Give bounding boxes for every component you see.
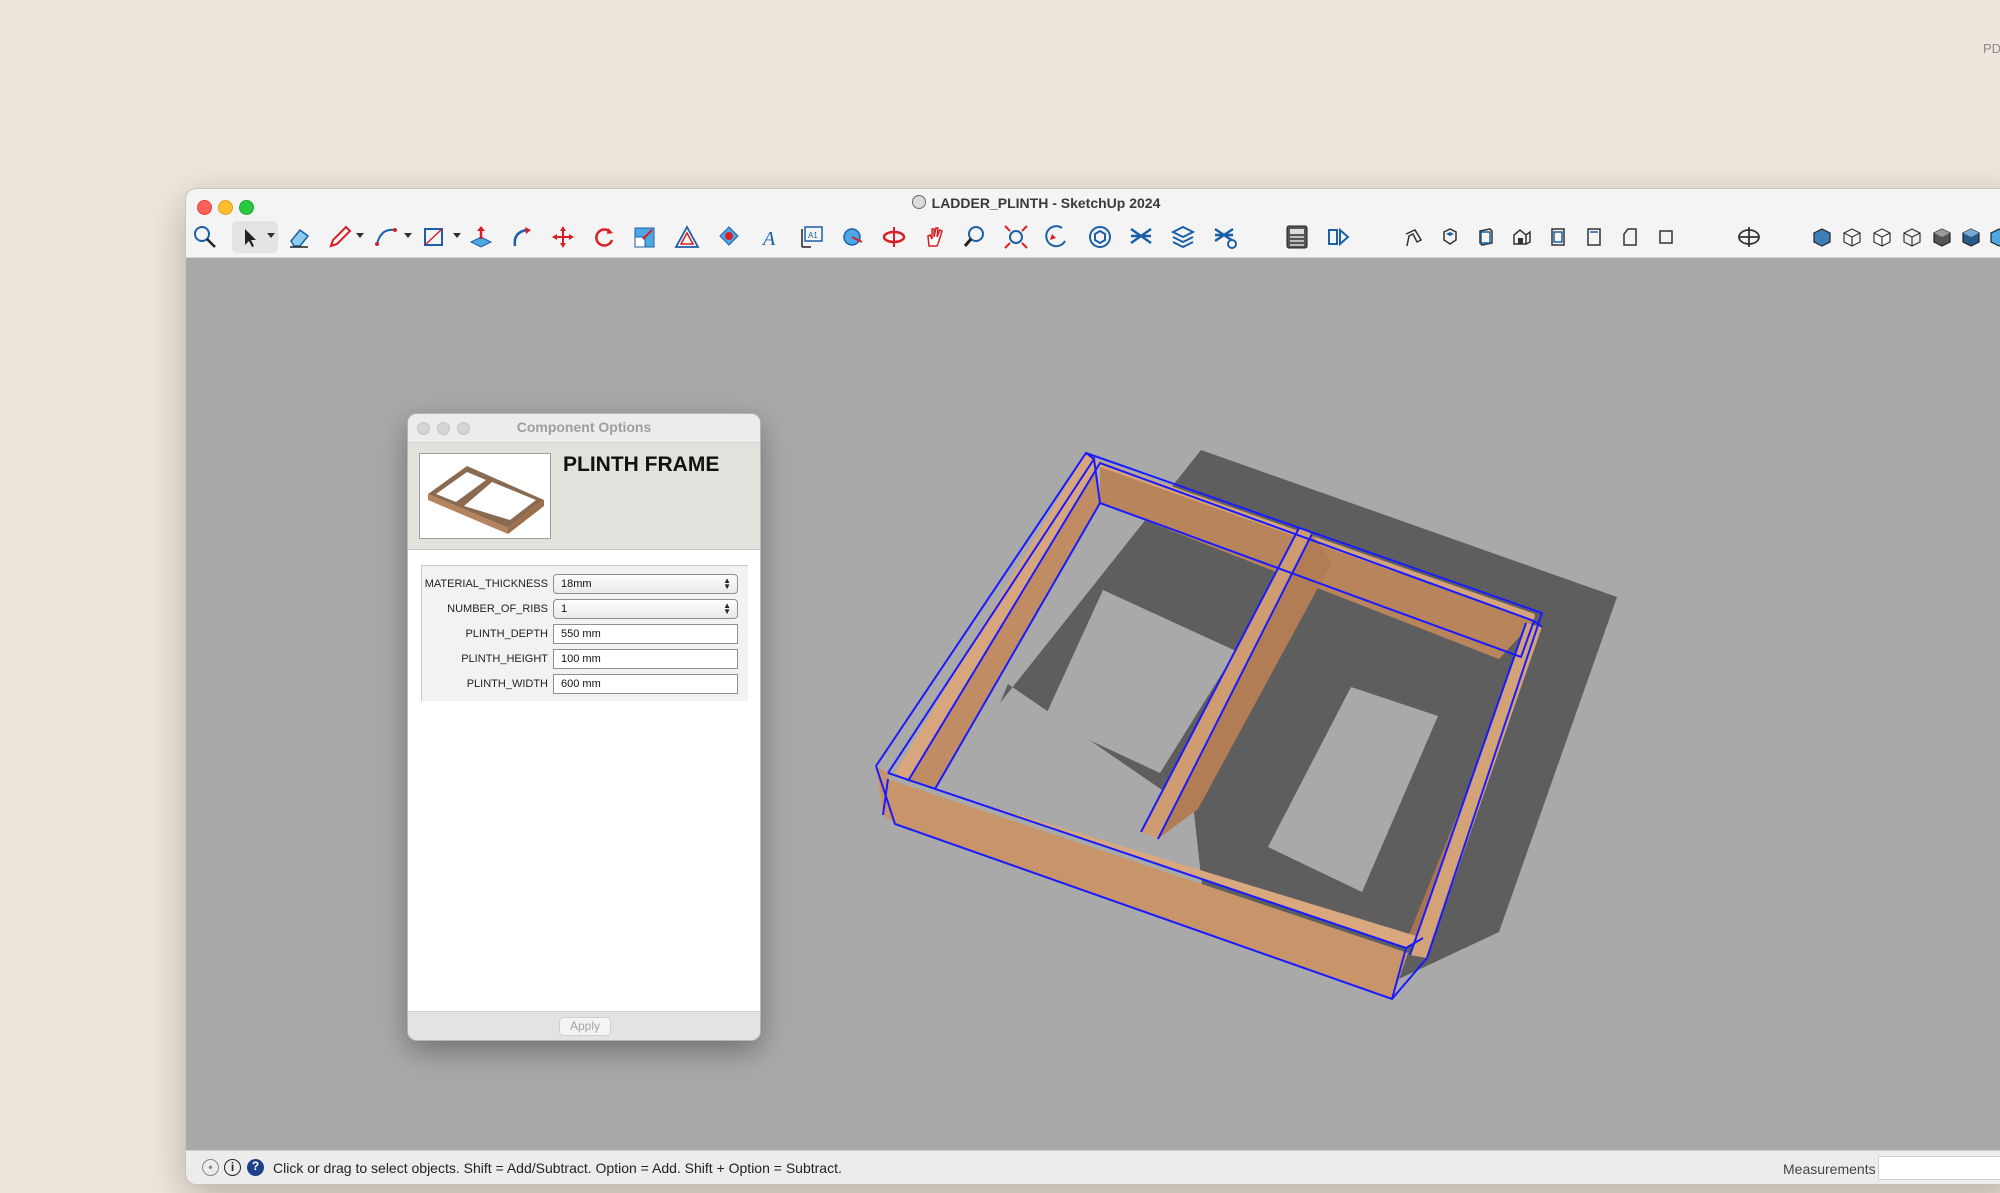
window-title: LADDER_PLINTH - SketchUp 2024 — [186, 195, 1886, 211]
zoom-extents-icon[interactable] — [1000, 221, 1032, 253]
param-row-plinth-height: PLINTH_HEIGHT 100 mm — [422, 647, 748, 672]
shaded-textures-style-icon[interactable] — [1926, 221, 1958, 253]
param-label: PLINTH_HEIGHT — [461, 653, 548, 665]
param-row-material-thickness: MATERIAL_THICKNESS 18mm ▲ ▼ — [422, 572, 748, 597]
pan-icon[interactable] — [918, 221, 950, 253]
move-icon[interactable] — [547, 221, 579, 253]
param-label: PLINTH_DEPTH — [465, 628, 548, 640]
status-bar: • i ? Click or drag to select objects. S… — [186, 1150, 2000, 1184]
measurements-label: Measurements — [1783, 1161, 1876, 1177]
apply-button[interactable]: Apply — [559, 1017, 611, 1036]
number-of-ribs-select[interactable]: 1 ▲ ▼ — [553, 599, 738, 619]
param-label: MATERIAL_THICKNESS — [424, 578, 548, 590]
line-dropdown-caret[interactable] — [356, 233, 364, 238]
previous-view-icon[interactable] — [1041, 221, 1073, 253]
offset-icon[interactable] — [671, 221, 703, 253]
param-label: PLINTH_WIDTH — [466, 678, 548, 690]
window-title-text: LADDER_PLINTH - SketchUp 2024 — [931, 195, 1161, 211]
geo-location-icon[interactable]: • — [202, 1159, 219, 1176]
component-header: PLINTH FRAME — [408, 443, 760, 550]
svg-text:A1: A1 — [808, 231, 818, 240]
xray-style-icon[interactable] — [1806, 221, 1838, 253]
document-icon — [911, 195, 926, 209]
help-icon[interactable]: ? — [247, 1159, 264, 1176]
calculator-icon[interactable] — [1281, 221, 1313, 253]
hidden-line-style-icon[interactable] — [1866, 221, 1898, 253]
parameter-table: MATERIAL_THICKNESS 18mm ▲ ▼ NUMBER_OF_RIBS… — [421, 565, 748, 701]
svg-text:A: A — [761, 228, 776, 250]
components-icon[interactable] — [1084, 221, 1116, 253]
scale-icon[interactable] — [629, 221, 661, 253]
param-row-plinth-width: PLINTH_WIDTH 600 mm — [422, 672, 748, 697]
back-view-icon[interactable] — [1542, 221, 1574, 253]
perspective-icon[interactable] — [1650, 221, 1682, 253]
eraser-icon[interactable] — [283, 221, 315, 253]
right-view-icon[interactable] — [1506, 221, 1538, 253]
wireframe-style-icon[interactable] — [1836, 221, 1868, 253]
component-options-dialog: Component Options PLINTH FRAME MATERIAL_… — [408, 414, 760, 1040]
desktop-corner-text: PD — [1983, 41, 2000, 56]
window-titlebar: LADDER_PLINTH - SketchUp 2024 A A1 — [186, 189, 2000, 258]
axes-view-icon[interactable] — [1733, 221, 1765, 253]
pencil-line-icon[interactable] — [324, 221, 356, 253]
dialog-footer: Apply — [408, 1011, 760, 1040]
select-arrows-icon: ▲ ▼ — [723, 576, 731, 591]
paint-bucket-icon[interactable] — [713, 221, 745, 253]
extension-warehouse-icon[interactable] — [1125, 221, 1157, 253]
component-thumbnail — [419, 453, 551, 539]
plinth-height-input[interactable]: 100 mm — [553, 649, 738, 669]
rotate-icon[interactable] — [588, 221, 620, 253]
dialog-title: Component Options — [516, 419, 652, 435]
orbit-icon[interactable] — [878, 221, 910, 253]
param-row-plinth-depth: PLINTH_DEPTH 550 mm — [422, 622, 748, 647]
select-arrows-icon: ▲ ▼ — [723, 601, 731, 616]
top-view-icon[interactable] — [1434, 221, 1466, 253]
front-view-icon[interactable] — [1470, 221, 1502, 253]
text-icon[interactable]: A — [754, 221, 786, 253]
iso-view-icon[interactable] — [1398, 221, 1430, 253]
plinth-depth-input[interactable]: 550 mm — [553, 624, 738, 644]
search-icon[interactable] — [189, 221, 221, 253]
arc-icon[interactable] — [370, 221, 402, 253]
sketchup-window: LADDER_PLINTH - SketchUp 2024 A A1 Compo… — [186, 189, 2000, 1184]
credits-icon[interactable]: i — [224, 1159, 241, 1176]
left-view-icon[interactable] — [1578, 221, 1610, 253]
tape-measure-icon[interactable] — [837, 221, 869, 253]
extra-style-icon[interactable] — [1983, 221, 2000, 253]
push-pull-icon[interactable] — [465, 221, 497, 253]
zoom-icon[interactable] — [959, 221, 991, 253]
model-viewport[interactable]: Component Options PLINTH FRAME MATERIAL_… — [186, 258, 2000, 1150]
scenes-icon[interactable] — [1323, 221, 1355, 253]
param-label: NUMBER_OF_RIBS — [447, 603, 548, 615]
follow-me-icon[interactable] — [506, 221, 538, 253]
status-hint: Click or drag to select objects. Shift =… — [273, 1160, 842, 1176]
plinth-width-input[interactable]: 600 mm — [553, 674, 738, 694]
layers-icon[interactable] — [1167, 221, 1199, 253]
material-thickness-select[interactable]: 18mm ▲ ▼ — [553, 574, 738, 594]
bottom-view-icon[interactable] — [1614, 221, 1646, 253]
component-name: PLINTH FRAME — [563, 453, 720, 476]
rectangle-icon[interactable] — [418, 221, 450, 253]
dialog-titlebar: Component Options — [408, 414, 760, 443]
settings-layers-icon[interactable] — [1209, 221, 1241, 253]
param-row-number-of-ribs: NUMBER_OF_RIBS 1 ▲ ▼ — [422, 597, 748, 622]
arc-dropdown-caret[interactable] — [404, 233, 412, 238]
shaded-style-icon[interactable] — [1896, 221, 1928, 253]
main-toolbar: A A1 — [186, 219, 2000, 255]
select-dropdown-caret[interactable] — [267, 233, 275, 238]
dimension-icon[interactable]: A1 — [796, 221, 828, 253]
shape-dropdown-caret[interactable] — [453, 233, 461, 238]
measurements-input[interactable] — [1878, 1156, 2000, 1180]
